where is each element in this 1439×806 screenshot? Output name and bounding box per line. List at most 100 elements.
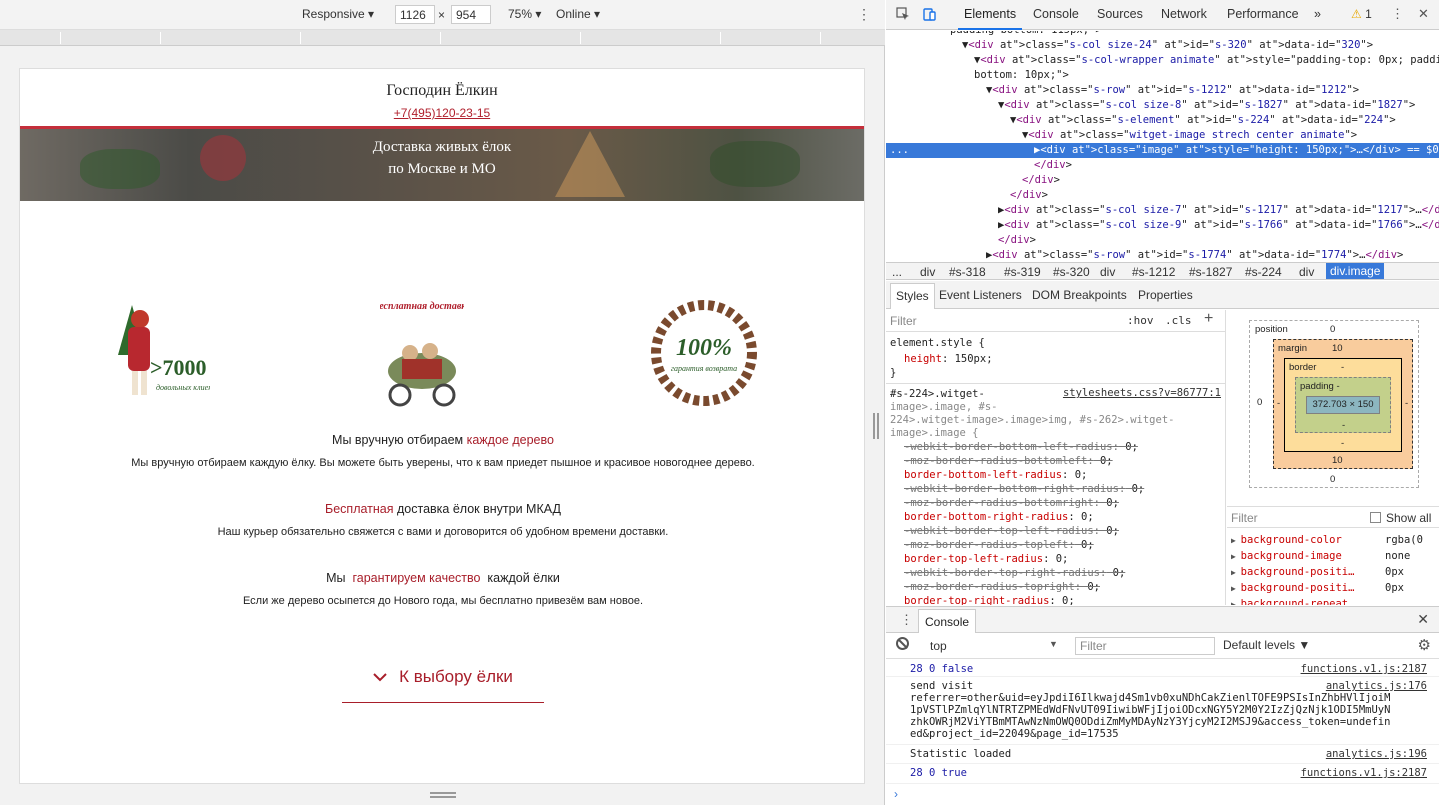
dom-node[interactable]: ▼<div at">class="s-col-wrapper animate" … bbox=[886, 53, 1439, 68]
css-declaration[interactable]: -moz-border-radius-topleft: 0; bbox=[904, 538, 1094, 552]
dom-node[interactable]: ▼<div at">class="s-col size-8" at">id="s… bbox=[886, 98, 1439, 113]
kebab-menu-icon[interactable]: ⋮ bbox=[1391, 6, 1404, 22]
console-source-link[interactable]: analytics.js:196 bbox=[1326, 748, 1427, 760]
styles-filter-input[interactable]: Filter bbox=[890, 314, 917, 328]
inspect-element-icon[interactable] bbox=[896, 7, 910, 24]
computed-property[interactable]: ▶ background-positi… 0px bbox=[1231, 566, 1404, 578]
breadcrumb-item[interactable]: #s-1212 bbox=[1132, 265, 1175, 279]
computed-filter-input[interactable]: Filter bbox=[1231, 511, 1258, 525]
dom-node[interactable]: </div> bbox=[886, 173, 1439, 188]
show-all-checkbox[interactable] bbox=[1370, 512, 1381, 523]
box-model-content[interactable]: 372.703 × 150 bbox=[1306, 396, 1380, 414]
close-devtools-icon[interactable]: ✕ bbox=[1418, 6, 1429, 22]
zoom-select[interactable]: 75% ▾ bbox=[508, 7, 541, 21]
css-declaration[interactable]: border-bottom-left-radius: 0; bbox=[904, 468, 1087, 482]
breadcrumb-item[interactable]: #s-319 bbox=[1004, 265, 1041, 279]
gear-icon[interactable]: ⚙ bbox=[1418, 636, 1431, 654]
dom-node[interactable]: </div> bbox=[886, 233, 1439, 248]
network-throttle-select[interactable]: Online ▾ bbox=[556, 7, 600, 21]
tab-console[interactable]: Console bbox=[1033, 7, 1079, 21]
add-rule-icon[interactable]: + bbox=[1204, 310, 1213, 328]
tab-performance[interactable]: Performance bbox=[1227, 7, 1299, 21]
dom-node[interactable]: ▼<div at">class="s-col size-24" at">id="… bbox=[886, 38, 1439, 53]
console-prompt-icon[interactable]: › bbox=[894, 787, 898, 801]
css-declaration[interactable]: -moz-border-radius-bottomleft: 0; bbox=[904, 454, 1113, 468]
breadcrumb-item[interactable]: ... bbox=[892, 265, 902, 279]
more-options-icon[interactable]: ⋮ bbox=[857, 6, 871, 23]
css-declaration[interactable]: -moz-border-radius-bottomright: 0; bbox=[904, 496, 1119, 510]
tab-elements[interactable]: Elements bbox=[957, 7, 1023, 30]
computed-property[interactable]: ▶ background-repeat bbox=[1231, 598, 1348, 605]
dom-node[interactable]: ▶<div at">class="s-col size-7" at">id="s… bbox=[886, 203, 1439, 218]
css-declaration[interactable]: -webkit-border-bottom-right-radius: 0; bbox=[904, 482, 1144, 496]
dom-node[interactable]: ▼<div at">class="s-element" at">id="s-22… bbox=[886, 113, 1439, 128]
breadcrumb-item[interactable]: #s-320 bbox=[1053, 265, 1090, 279]
dom-node[interactable]: ▼<div at">class="s-row" at">id="s-1212" … bbox=[886, 83, 1439, 98]
device-toolbar-icon[interactable] bbox=[922, 7, 936, 24]
breadcrumb-item[interactable]: div bbox=[920, 265, 935, 279]
breadcrumb-item[interactable]: #s-224 bbox=[1245, 265, 1282, 279]
console-source-link[interactable]: analytics.js:176 bbox=[1326, 680, 1427, 692]
box-position-value[interactable]: 0 bbox=[1330, 324, 1335, 335]
dom-tree[interactable]: padding-bottom: 115px;"> ▼<div at">class=… bbox=[886, 31, 1439, 262]
expand-arrow-icon[interactable]: ▶ bbox=[1231, 536, 1241, 545]
stylesheet-source-link[interactable]: stylesheets.css?v=86777:1 bbox=[1063, 387, 1221, 399]
hover-state-toggle[interactable]: :hov bbox=[1127, 314, 1154, 327]
css-declaration[interactable]: -moz-border-radius-topright: 0; bbox=[904, 580, 1100, 594]
box-border-top[interactable]: - bbox=[1341, 362, 1344, 373]
dom-node[interactable]: ▶<div at">class="s-col size-9" at">id="s… bbox=[886, 218, 1439, 233]
dom-node[interactable]: ▼<div at">class="witget-image strech cen… bbox=[886, 128, 1439, 143]
dom-node[interactable]: bottom: 10px;"> bbox=[886, 68, 1439, 83]
more-tabs-icon[interactable]: » bbox=[1314, 7, 1321, 21]
device-mode-select[interactable]: Responsive ▾ bbox=[302, 7, 374, 21]
css-declaration[interactable]: -webkit-border-bottom-left-radius: 0; bbox=[904, 440, 1138, 454]
drawer-menu-icon[interactable]: ⋮ bbox=[900, 612, 913, 628]
breadcrumb-item[interactable]: div bbox=[1299, 265, 1314, 279]
tab-sources[interactable]: Sources bbox=[1097, 7, 1143, 21]
clear-console-icon[interactable] bbox=[896, 637, 909, 650]
viewport-height-input[interactable] bbox=[451, 5, 491, 24]
breadcrumb-item[interactable]: div bbox=[1100, 265, 1115, 279]
dom-node[interactable]: </div> bbox=[886, 158, 1439, 173]
dom-node[interactable]: </div> bbox=[886, 188, 1439, 203]
context-select[interactable]: top bbox=[930, 639, 947, 653]
dom-node[interactable]: padding-bottom: 115px;"> bbox=[886, 31, 1439, 38]
console-filter-input[interactable]: Filter bbox=[1075, 637, 1215, 655]
context-dropdown-icon[interactable]: ▼ bbox=[1049, 639, 1058, 649]
box-margin-bottom[interactable]: 10 bbox=[1332, 455, 1343, 466]
computed-property[interactable]: ▶ background-image none bbox=[1231, 550, 1410, 562]
tab-properties[interactable]: Properties bbox=[1138, 288, 1193, 302]
choose-tree-button[interactable]: К выбору ёлки bbox=[342, 659, 544, 703]
phone-link[interactable]: +7(495)120-23-15 bbox=[394, 106, 490, 120]
box-margin-right[interactable]: - bbox=[1405, 398, 1408, 409]
tab-dom-breakpoints[interactable]: DOM Breakpoints bbox=[1032, 288, 1127, 302]
expand-arrow-icon[interactable]: ▶ bbox=[1231, 600, 1241, 605]
breadcrumb-active[interactable]: div.image bbox=[1326, 263, 1385, 279]
dom-node-selected[interactable]: ... ▶<div at">class="image" at">style="he… bbox=[886, 143, 1439, 158]
media-query-ruler[interactable] bbox=[0, 30, 885, 46]
css-declaration[interactable]: height: 150px; bbox=[904, 352, 993, 366]
console-source-link[interactable]: functions.v1.js:2187 bbox=[1301, 663, 1427, 675]
class-toggle[interactable]: .cls bbox=[1165, 314, 1192, 327]
resize-handle-right[interactable] bbox=[873, 413, 879, 439]
box-padding-bottom[interactable]: - bbox=[1342, 420, 1345, 431]
expand-arrow-icon[interactable]: ▶ bbox=[1231, 584, 1241, 593]
resize-handle-bottom[interactable] bbox=[430, 792, 456, 798]
tab-console-drawer[interactable]: Console bbox=[918, 609, 977, 633]
box-margin-top[interactable]: 10 bbox=[1332, 343, 1343, 354]
css-declaration[interactable]: -webkit-border-top-left-radius: 0; bbox=[904, 524, 1119, 538]
console-source-link[interactable]: functions.v1.js:2187 bbox=[1301, 767, 1427, 779]
tab-event-listeners[interactable]: Event Listeners bbox=[939, 288, 1022, 302]
computed-property[interactable]: ▶ background-color rgba(0 bbox=[1231, 534, 1423, 546]
expand-arrow-icon[interactable]: ▶ bbox=[1231, 552, 1241, 561]
tab-network[interactable]: Network bbox=[1161, 7, 1207, 21]
close-drawer-icon[interactable]: ✕ bbox=[1417, 611, 1429, 628]
box-position-left[interactable]: 0 bbox=[1257, 397, 1262, 408]
computed-property[interactable]: ▶ background-positi… 0px bbox=[1231, 582, 1404, 594]
css-declaration[interactable]: -webkit-border-top-right-radius: 0; bbox=[904, 566, 1125, 580]
breadcrumb-item[interactable]: #s-318 bbox=[949, 265, 986, 279]
viewport-width-input[interactable] bbox=[395, 5, 435, 24]
box-position-bottom[interactable]: 0 bbox=[1330, 474, 1335, 485]
warnings-counter[interactable]: ⚠ 1 bbox=[1351, 7, 1372, 21]
expand-arrow-icon[interactable]: ▶ bbox=[1231, 568, 1241, 577]
